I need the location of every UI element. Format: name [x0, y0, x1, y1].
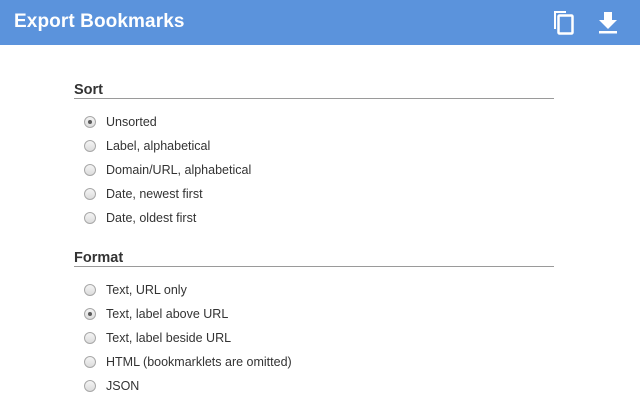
radio-button[interactable] — [84, 308, 96, 320]
radio-button[interactable] — [84, 356, 96, 368]
format-section-title: Format — [74, 250, 124, 266]
radio-button[interactable] — [84, 380, 96, 392]
sort-option-domain-alphabetical[interactable]: Domain/URL, alphabetical — [84, 161, 251, 179]
format-option-label-above-url[interactable]: Text, label above URL — [84, 305, 228, 323]
sort-section-title: Sort — [74, 82, 103, 98]
radio-button[interactable] — [84, 116, 96, 128]
format-option-url-only[interactable]: Text, URL only — [84, 281, 187, 299]
sort-option-date-oldest[interactable]: Date, oldest first — [84, 209, 196, 227]
option-label: Text, label beside URL — [106, 331, 232, 345]
radio-button[interactable] — [84, 332, 96, 344]
sort-option-date-newest[interactable]: Date, newest first — [84, 185, 203, 203]
option-label: Text, label above URL — [106, 307, 229, 321]
format-option-label-beside-url[interactable]: Text, label beside URL — [84, 329, 231, 347]
sort-divider — [74, 98, 554, 99]
option-label: Unsorted — [106, 115, 157, 129]
option-label: Label, alphabetical — [106, 139, 211, 153]
radio-button[interactable] — [84, 140, 96, 152]
sort-option-label-alphabetical[interactable]: Label, alphabetical — [84, 137, 210, 155]
option-label: Date, newest first — [106, 187, 203, 201]
sort-option-unsorted[interactable]: Unsorted — [84, 113, 157, 131]
option-label: Date, oldest first — [106, 211, 197, 225]
radio-button[interactable] — [84, 284, 96, 296]
copy-icon — [554, 11, 574, 35]
radio-button[interactable] — [84, 164, 96, 176]
option-label: Text, URL only — [106, 283, 187, 297]
page-title: Export Bookmarks — [14, 11, 185, 32]
radio-button[interactable] — [84, 188, 96, 200]
format-divider — [74, 266, 554, 267]
radio-button[interactable] — [84, 212, 96, 224]
copy-button[interactable] — [547, 6, 579, 38]
option-label: JSON — [106, 379, 140, 393]
format-option-html[interactable]: HTML (bookmarklets are omitted) — [84, 353, 292, 371]
download-button[interactable] — [592, 6, 624, 38]
download-icon — [599, 12, 617, 34]
option-label: HTML (bookmarklets are omitted) — [106, 355, 292, 369]
app-header: Export Bookmarks — [0, 0, 640, 45]
option-label: Domain/URL, alphabetical — [106, 163, 252, 177]
format-option-json[interactable]: JSON — [84, 377, 139, 395]
